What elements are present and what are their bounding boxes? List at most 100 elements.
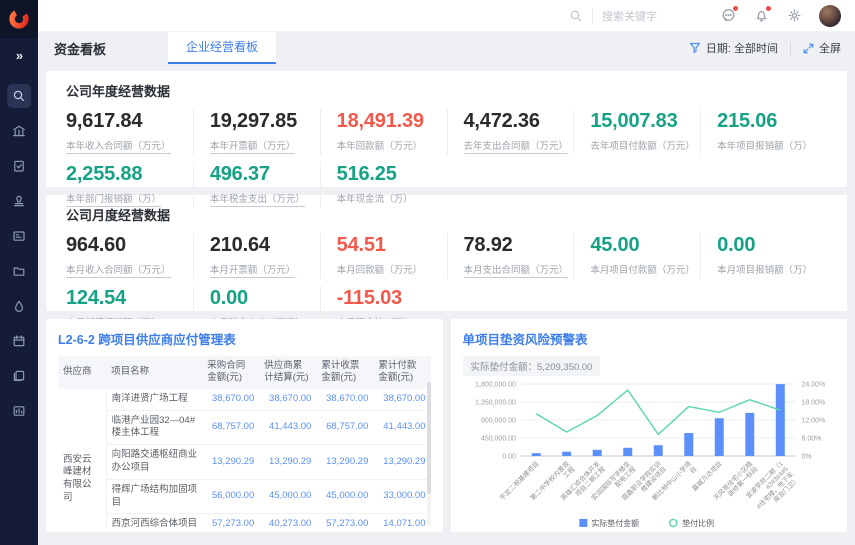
legend-label[interactable]: 实际垫付金额 [591, 518, 639, 528]
messages-icon[interactable] [720, 8, 736, 24]
amount-cell[interactable]: 13,290.29 [202, 445, 259, 480]
table-scrollbar-thumb[interactable] [427, 382, 431, 494]
sidebar-bank-icon[interactable] [7, 119, 31, 143]
right-axis-tick: 12.00% [801, 418, 825, 425]
table-row: 西京河西综合体项目57,273.0040,273.0057,273.0014,0… [58, 514, 431, 528]
kpi-value: -115.03 [337, 287, 443, 310]
amount-cell[interactable]: 13,290.29 [373, 445, 430, 480]
sidebar-clipboard-check-icon[interactable] [7, 154, 31, 178]
settings-gear-icon[interactable] [786, 8, 802, 24]
amount-cell[interactable]: 33,000.00 [373, 479, 430, 514]
amount-cell[interactable]: 57,273.00 [202, 514, 259, 528]
bar[interactable] [562, 452, 571, 456]
amount-cell[interactable]: 45,000.00 [316, 479, 373, 514]
amount-cell[interactable]: 68,757.00 [316, 410, 373, 445]
kpi-value: 516.25 [337, 163, 443, 186]
amount-cell[interactable]: 41,443.00 [259, 410, 316, 445]
risk-chart-card: 单项目垫资风险预警表 实际垫付金额：5,209,350.00 0.000%450… [451, 319, 848, 532]
kpi-value: 0.00 [210, 287, 316, 310]
kpi-label[interactable]: 本年开票额（万元） [210, 138, 296, 154]
sidebar-ink-drop-icon[interactable] [7, 294, 31, 318]
kpi-cell: 2,255.88本年部门报销额（万） [66, 162, 193, 208]
bar[interactable] [531, 453, 540, 456]
sidebar-expand-icon[interactable]: » [16, 48, 22, 63]
legend-square-icon[interactable] [579, 519, 587, 527]
kpi-cell: 78.92 本月支出合同额（万元） [447, 233, 574, 279]
ratio-line[interactable] [536, 390, 780, 434]
amount-cell[interactable]: 40,273.00 [259, 514, 316, 528]
kpi-label[interactable]: 本月开票额（万元） [210, 262, 296, 278]
kpi-cell: 210.64 本月开票额（万元） [193, 233, 320, 279]
kpi-label[interactable]: 本年税金支出（万元） [210, 191, 305, 207]
sidebar-folder-icon[interactable] [7, 259, 31, 283]
table-column-header: 项目名称 [106, 356, 202, 389]
kpi-value: 0.00 [717, 234, 823, 257]
risk-bar-line-chart[interactable]: 0.000%450,000.006.00%900,000.0012.00%1,3… [463, 378, 836, 530]
monthly-kpi-card: 公司月度经营数据 964.60本月收入合同额（万元）210.64本月开票额（万元… [46, 195, 847, 311]
kpi-cell: 516.25本年现金流（万） [320, 162, 447, 208]
legend-circle-icon[interactable] [669, 519, 676, 526]
sidebar-documents-icon[interactable] [7, 364, 31, 388]
bar[interactable] [775, 384, 784, 456]
right-axis-tick: 24.00% [801, 382, 825, 389]
global-search[interactable]: 搜索关键字 [569, 8, 657, 24]
sidebar-search-icon[interactable] [7, 84, 31, 108]
sidebar-id-card-icon[interactable] [7, 224, 31, 248]
amount-cell[interactable]: 45,000.00 [259, 479, 316, 514]
amount-cell[interactable]: 13,290.29 [259, 445, 316, 480]
kpi-value: 4,472.36 [464, 110, 570, 133]
notifications-bell-icon[interactable] [753, 8, 769, 24]
amount-cell[interactable]: 13,290.29 [316, 445, 373, 480]
bar[interactable] [623, 448, 632, 456]
amount-cell[interactable]: 14,071.00 [373, 514, 430, 528]
tab-funds-board[interactable]: 资金看板 [54, 39, 106, 58]
annual-card-title: 公司年度经营数据 [66, 81, 827, 100]
sidebar-report-icon[interactable] [7, 399, 31, 423]
right-axis-tick: 0% [801, 453, 811, 460]
user-avatar[interactable] [819, 5, 841, 27]
kpi-value: 964.60 [66, 234, 189, 257]
amount-cell[interactable]: 38,670.00 [373, 389, 430, 410]
kpi-value: 78.92 [464, 234, 570, 257]
table-row: 得辉广场结构加固项目56,000.0045,000.0045,000.0033,… [58, 479, 431, 514]
kpi-cell: 15,007.83去年项目付款额（万元） [573, 109, 700, 155]
kpi-cell: 4,472.36 去年支出合同额（万元） [447, 109, 574, 155]
amount-cell[interactable]: 56,000.00 [202, 479, 259, 514]
amount-cell[interactable]: 41,443.00 [373, 410, 430, 445]
amount-cell[interactable]: 38,670.00 [316, 389, 373, 410]
kpi-label[interactable]: 去年支出合同额（万元） [464, 138, 569, 154]
bar[interactable] [653, 445, 662, 456]
kpi-cell: 496.37本年税金支出（万元） [193, 162, 320, 208]
app-logo[interactable] [0, 0, 38, 38]
amount-cell[interactable]: 68,757.00 [202, 410, 259, 445]
kpi-label[interactable]: 本月支出合同额（万元） [464, 262, 569, 278]
kpi-value: 45.00 [590, 234, 696, 257]
bar[interactable] [745, 413, 754, 456]
sidebar-calendar-icon[interactable] [7, 329, 31, 353]
tab-enterprise-board[interactable]: 企业经营看板 [168, 32, 276, 64]
table-row: 向阳路交通枢纽商业办公项目13,290.2913,290.2913,290.29… [58, 445, 431, 480]
date-filter[interactable]: 日期: 全部时间 [689, 40, 778, 56]
amount-cell[interactable]: 38,670.00 [259, 389, 316, 410]
search-icon [569, 9, 583, 23]
left-axis-tick: 0.00 [502, 453, 516, 460]
bar[interactable] [684, 433, 693, 456]
search-placeholder: 搜索关键字 [602, 8, 657, 24]
kpi-value: 210.64 [210, 234, 316, 257]
kpi-label[interactable]: 本年收入合同额（万元） [66, 138, 171, 154]
kpi-label: 本月回款额（万元） [337, 262, 423, 276]
fullscreen-label: 全屏 [819, 40, 841, 56]
sidebar-stamp-icon[interactable] [7, 189, 31, 213]
legend-label[interactable]: 垫付比例 [682, 518, 714, 528]
table-column-header: 供应商累计结算(元) [259, 356, 316, 389]
amount-cell[interactable]: 57,273.00 [316, 514, 373, 528]
kpi-value: 18,491.39 [337, 110, 443, 133]
kpi-label[interactable]: 本月收入合同额（万元） [66, 262, 171, 278]
table-scrollbar[interactable] [427, 382, 431, 526]
fullscreen-button[interactable]: 全屏 [803, 40, 841, 56]
kpi-value: 124.54 [66, 287, 189, 310]
kpi-label: 本年项目报销额（万） [717, 138, 812, 152]
bar[interactable] [714, 418, 723, 456]
amount-cell[interactable]: 38,670.00 [202, 389, 259, 410]
bar[interactable] [592, 450, 601, 456]
